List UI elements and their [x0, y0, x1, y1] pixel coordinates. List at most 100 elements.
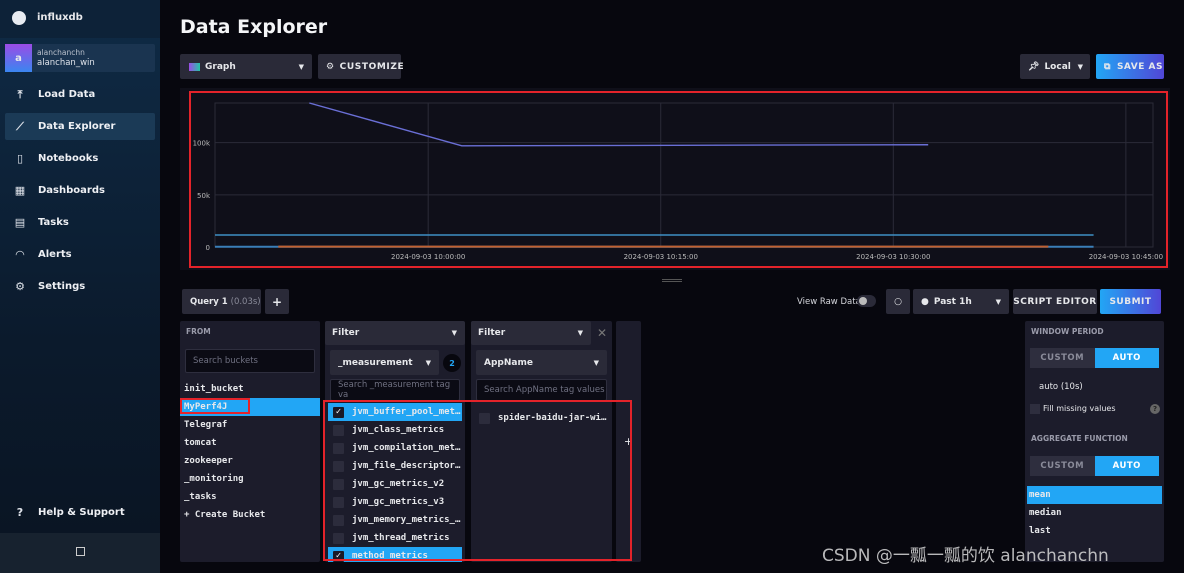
aggregate-custom-button[interactable]: CUSTOM — [1030, 456, 1095, 476]
bell-icon: ◠ — [15, 248, 25, 261]
gear-icon: ⚙ — [15, 280, 25, 293]
fill-missing-label: Fill missing values — [1043, 404, 1116, 413]
sidebar-item-label: Load Data — [38, 89, 96, 100]
aggregate-toggle: CUSTOM AUTO — [1030, 456, 1159, 476]
bucket-item[interactable]: zookeeper — [180, 452, 320, 470]
bucket-item[interactable]: init_bucket — [180, 380, 320, 398]
aggregate-function-item[interactable]: mean — [1027, 486, 1162, 504]
script-editor-button[interactable]: SCRIPT EDITOR — [1013, 289, 1097, 314]
timezone-dropdown[interactable]: 📌︎ Local ▼ — [1020, 54, 1090, 79]
search-appname-input[interactable]: Search AppName tag values — [476, 379, 607, 401]
aggregate-function-item[interactable]: median — [1027, 504, 1162, 522]
window-auto-button[interactable]: AUTO — [1094, 348, 1159, 368]
time-range-dropdown[interactable]: ● Past 1h ▼ — [913, 289, 1009, 314]
tag-key-label: _measurement — [338, 357, 413, 368]
chevron-down-icon: ▼ — [298, 62, 304, 71]
chevron-down-icon: ▼ — [1077, 62, 1083, 71]
customize-button[interactable]: ⚙ CUSTOMIZE — [318, 54, 404, 79]
resize-handle[interactable] — [662, 279, 682, 282]
bucket-item[interactable]: + Create Bucket — [180, 506, 320, 524]
customize-label: CUSTOMIZE — [339, 61, 405, 72]
sidebar-item-label: Dashboards — [38, 185, 105, 196]
filter-label: Filter — [332, 328, 360, 338]
chevron-down-icon: ▼ — [995, 297, 1001, 306]
highlight-box — [180, 398, 250, 414]
filter-function-dropdown[interactable]: Filter ▼ — [471, 321, 591, 345]
watermark: CSDN @一瓢一瓢的饮 alanchanchn — [822, 546, 1109, 566]
avatar: a — [5, 44, 32, 72]
upload-icon: ⤒ — [17, 87, 23, 101]
aggregate-panel: WINDOW PERIOD CUSTOM AUTO auto (10s) Fil… — [1025, 321, 1164, 562]
bucket-item[interactable]: Telegraf — [180, 416, 320, 434]
window-period-toggle: CUSTOM AUTO — [1030, 348, 1159, 368]
view-raw-data-label: View Raw Data — [797, 297, 861, 307]
bucket-item[interactable]: tomcat — [180, 434, 320, 452]
fill-missing-checkbox[interactable] — [1030, 404, 1040, 414]
add-query-button[interactable]: + — [265, 289, 289, 314]
window-period-value: auto (10s) — [1039, 382, 1083, 392]
save-as-label: SAVE AS — [1116, 61, 1163, 72]
tag-key-dropdown[interactable]: _measurement ▼ — [330, 350, 439, 375]
clock-icon: ● — [921, 296, 929, 307]
user-card[interactable]: a alanchanchn alanchan_win — [5, 44, 155, 72]
logo-row: influxdb — [0, 0, 160, 38]
help-icon: ? — [16, 506, 24, 519]
sidebar-item-label: Tasks — [38, 217, 69, 228]
highlight-box — [323, 400, 632, 561]
close-icon[interactable]: ✕ — [597, 326, 607, 340]
refresh-button[interactable]: ○ — [886, 289, 910, 314]
sidebar-item-help[interactable]: ? Help & Support — [5, 499, 155, 526]
export-icon: ⧉ — [1104, 61, 1111, 72]
sidebar-item-settings[interactable]: ⚙ Settings — [5, 273, 155, 300]
window-custom-button[interactable]: CUSTOM — [1030, 348, 1095, 368]
bucket-item[interactable]: _tasks — [180, 488, 320, 506]
notebook-icon: ▯ — [16, 152, 24, 165]
refresh-icon: ○ — [894, 296, 902, 307]
chevron-down-icon: ▼ — [425, 358, 431, 367]
sidebar-item-tasks[interactable]: ▤ Tasks — [5, 209, 155, 236]
view-raw-data-toggle[interactable] — [857, 295, 876, 307]
sidebar-item-load-data[interactable]: ⤒ Load Data — [5, 81, 155, 108]
page-title: Data Explorer — [180, 16, 328, 38]
bucket-item[interactable]: _monitoring — [180, 470, 320, 488]
pin-icon: 📌︎ — [1028, 61, 1040, 72]
filter-label: Filter — [478, 328, 506, 338]
query-tab-label: Query 1 — [190, 296, 228, 307]
dashboard-icon: ▦ — [14, 184, 26, 197]
save-as-button[interactable]: ⧉ SAVE AS — [1096, 54, 1164, 79]
influxdb-logo-icon — [12, 11, 26, 25]
query-time: (0.03s) — [230, 296, 261, 307]
collapse-bar[interactable] — [0, 533, 160, 573]
from-panel: FROM Search buckets init_bucket MyPerf4J T… — [180, 321, 320, 562]
from-header: FROM — [186, 327, 211, 336]
org-name: alanchanchn — [37, 48, 85, 57]
aggregate-function-item[interactable]: last — [1027, 522, 1162, 540]
filter-function-dropdown[interactable]: Filter ▼ — [325, 321, 465, 345]
sidebar-item-label: Notebooks — [38, 153, 99, 164]
aggregate-auto-button[interactable]: AUTO — [1094, 456, 1159, 476]
graph-type-label: Graph — [205, 61, 236, 72]
calendar-icon: ▤ — [14, 216, 26, 229]
search-measurement-input[interactable]: Search _measurement tag va — [330, 379, 460, 401]
sidebar-item-label: Alerts — [38, 249, 72, 260]
chevron-down-icon: ▼ — [451, 329, 457, 337]
aggregate-function-label: AGGREGATE FUNCTION — [1031, 434, 1128, 443]
search-buckets-input[interactable]: Search buckets — [185, 349, 315, 373]
sidebar-item-data-explorer[interactable]: ⟋ Data Explorer — [5, 113, 155, 140]
sidebar-item-alerts[interactable]: ◠ Alerts — [5, 241, 155, 268]
graph-type-dropdown[interactable]: Graph ▼ — [180, 54, 312, 79]
tag-key-dropdown[interactable]: AppName ▼ — [476, 350, 607, 375]
user-name: alanchan_win — [37, 58, 95, 68]
highlight-box — [189, 91, 1168, 268]
tab-query-1[interactable]: Query 1 (0.03s) — [182, 289, 261, 314]
sidebar-item-notebooks[interactable]: ▯ Notebooks — [5, 145, 155, 172]
sidebar-item-label: Help & Support — [38, 507, 125, 518]
help-icon[interactable]: ? — [1150, 404, 1160, 414]
time-range-label: Past 1h — [933, 296, 972, 307]
collapse-icon[interactable] — [76, 547, 85, 556]
graph-icon: ⟋ — [16, 119, 24, 133]
tag-key-label: AppName — [484, 357, 533, 368]
gear-icon: ⚙ — [326, 61, 335, 72]
submit-button[interactable]: SUBMIT — [1100, 289, 1161, 314]
sidebar-item-dashboards[interactable]: ▦ Dashboards — [5, 177, 155, 204]
